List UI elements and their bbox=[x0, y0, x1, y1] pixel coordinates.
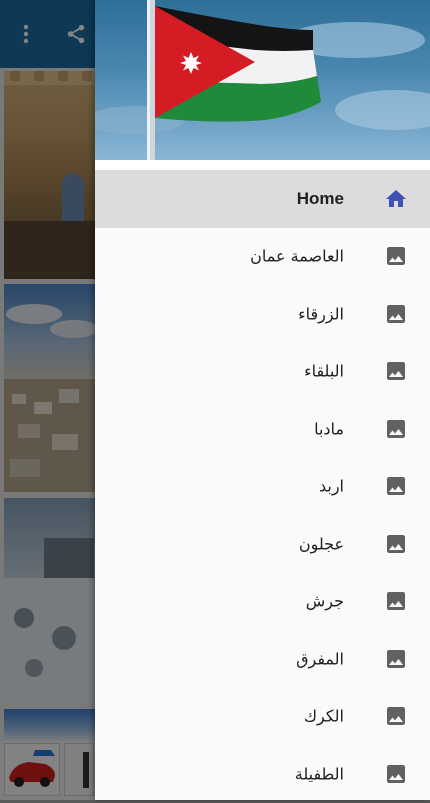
menu-item-karak[interactable]: الكرك bbox=[95, 688, 430, 746]
menu-item-jerash[interactable]: جرش bbox=[95, 573, 430, 631]
menu-item-amman[interactable]: العاصمة عمان bbox=[95, 228, 430, 286]
header-divider bbox=[95, 160, 430, 170]
menu-item-label: المفرق bbox=[296, 649, 344, 669]
menu-item-ajloun[interactable]: عجلون bbox=[95, 515, 430, 573]
image-icon bbox=[384, 704, 408, 728]
image-icon bbox=[384, 647, 408, 671]
image-icon bbox=[384, 589, 408, 613]
menu-item-label: عجلون bbox=[298, 534, 344, 554]
home-icon bbox=[384, 187, 408, 211]
image-icon bbox=[384, 474, 408, 498]
image-icon bbox=[384, 244, 408, 268]
menu-item-label: Home bbox=[296, 188, 344, 208]
navigation-drawer: Home العاصمة عمان الزرقاء البلقاء مادبا bbox=[95, 0, 430, 800]
menu-item-label: الكرك bbox=[303, 706, 344, 726]
menu-item-label: العاصمة عمان bbox=[250, 246, 344, 266]
menu-item-label: الطفيلة bbox=[294, 764, 344, 784]
image-icon bbox=[384, 359, 408, 383]
image-icon bbox=[384, 532, 408, 556]
menu-item-zarqa[interactable]: الزرقاء bbox=[95, 285, 430, 343]
menu-item-label: الزرقاء bbox=[298, 304, 344, 324]
menu-item-label: جرش bbox=[305, 591, 344, 611]
menu-item-label: اربد bbox=[318, 476, 344, 496]
menu-item-home[interactable]: Home bbox=[95, 170, 430, 228]
drawer-menu: Home العاصمة عمان الزرقاء البلقاء مادبا bbox=[95, 170, 430, 803]
menu-item-tafilah[interactable]: الطفيلة bbox=[95, 745, 430, 803]
menu-item-mafraq[interactable]: المفرق bbox=[95, 630, 430, 688]
image-icon bbox=[384, 417, 408, 441]
menu-item-irbid[interactable]: اربد bbox=[95, 458, 430, 516]
menu-item-madaba[interactable]: مادبا bbox=[95, 400, 430, 458]
menu-item-label: البلقاء bbox=[304, 361, 344, 381]
jordan-flag-image bbox=[95, 0, 430, 160]
image-icon bbox=[384, 302, 408, 326]
menu-item-label: مادبا bbox=[314, 419, 344, 439]
menu-item-balqa[interactable]: البلقاء bbox=[95, 343, 430, 401]
image-icon bbox=[384, 762, 408, 786]
